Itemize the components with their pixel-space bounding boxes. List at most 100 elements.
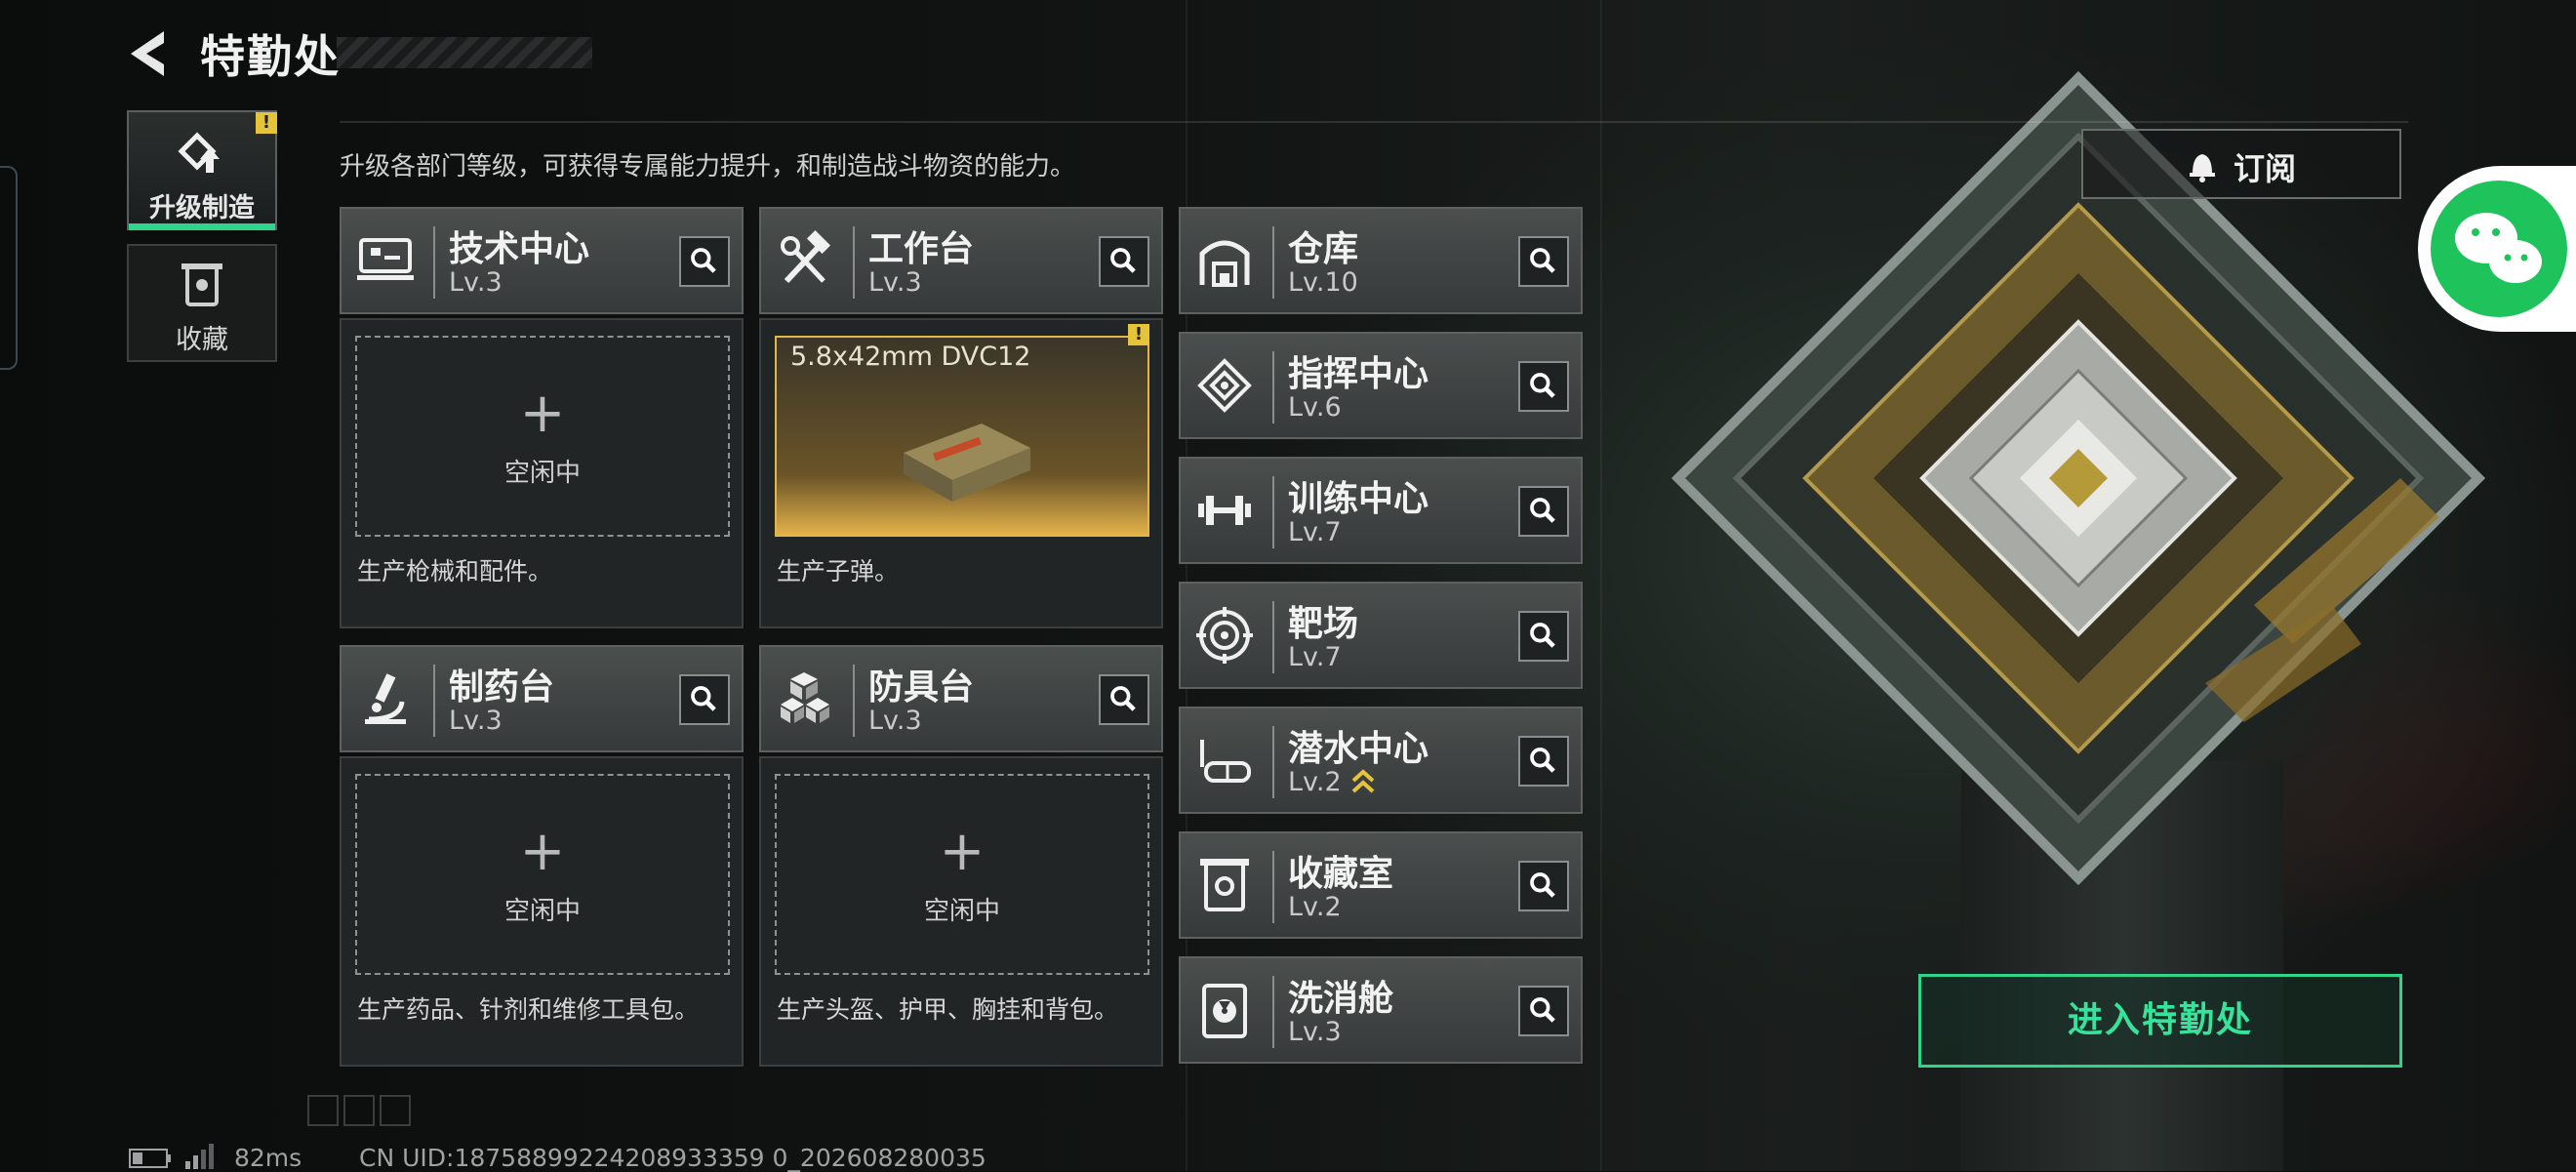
header-separator — [1272, 351, 1274, 424]
search-icon[interactable] — [1518, 986, 1569, 1036]
search-icon[interactable] — [1518, 486, 1569, 537]
workstation-name: 工作台 — [868, 229, 975, 269]
warehouse-icon — [1199, 240, 1250, 287]
tab-collection[interactable]: 收藏 — [127, 244, 277, 362]
header-separator — [1272, 851, 1274, 923]
department-name: 洗消舱 — [1288, 979, 1394, 1019]
workstation-name: 制药台 — [449, 667, 555, 707]
page-title: 特勤处 — [200, 30, 341, 83]
workstation-panel-workbench: 5.8x42mm DVC12 ! 生产子弹。 — [759, 318, 1163, 628]
page-description: 升级各部门等级，可获得专属能力提升，和制造战斗物资的能力。 — [340, 152, 1076, 182]
workstation-description: 生产药品、针剂和维修工具包。 — [357, 995, 700, 1024]
wechat-icon — [2431, 181, 2567, 317]
department-name: 仓库 — [1288, 229, 1359, 269]
search-icon[interactable] — [679, 236, 730, 287]
upgrade-available-icon — [1351, 769, 1375, 793]
header-separator — [1272, 226, 1274, 299]
notification-badge: ! — [1128, 324, 1149, 345]
player-uid: CN UID:18758899224208933359 0_2026082800… — [359, 1144, 986, 1172]
hammer-wrench-icon — [781, 230, 831, 284]
search-icon[interactable] — [1518, 736, 1569, 787]
workstation-level: Lv.3 — [449, 267, 503, 298]
workstation-header-pharmacy[interactable]: 制药台 Lv.3 — [340, 645, 744, 752]
workstation-panel-tech-center: + 空闲中 生产枪械和配件。 — [340, 318, 744, 628]
production-slot-empty[interactable]: + 空闲中 — [355, 774, 730, 975]
workstation-name: 防具台 — [868, 667, 975, 707]
workstation-panel-armor-bench: + 空闲中 生产头盔、护甲、胸挂和背包。 — [759, 756, 1163, 1067]
department-collection-room[interactable]: 收藏室 Lv.2 — [1179, 831, 1583, 939]
tab-label: 升级制造 — [149, 193, 255, 223]
tab-upgrade-manufacture[interactable]: 升级制造 ! — [127, 110, 277, 230]
department-training-center[interactable]: 训练中心 Lv.7 — [1179, 457, 1583, 564]
department-level: Lv.10 — [1288, 267, 1358, 298]
search-icon[interactable] — [1518, 861, 1569, 911]
department-name: 训练中心 — [1288, 479, 1429, 519]
department-level: Lv.7 — [1288, 642, 1342, 672]
search-icon[interactable] — [1099, 674, 1149, 725]
add-icon: + — [939, 820, 986, 883]
battery-icon — [129, 1149, 171, 1168]
workstation-description: 生产枪械和配件。 — [357, 557, 553, 586]
enter-label: 进入特勤处 — [2067, 1000, 2253, 1040]
header-divider — [340, 121, 2408, 123]
radiation-icon — [1202, 984, 1247, 1038]
notification-badge: ! — [256, 112, 277, 134]
search-icon[interactable] — [1518, 361, 1569, 412]
header-separator — [433, 226, 435, 299]
department-decontamination-chamber[interactable]: 洗消舱 Lv.3 — [1179, 956, 1583, 1064]
header-separator — [1272, 976, 1274, 1048]
department-name: 指挥中心 — [1288, 354, 1429, 394]
department-level: Lv.3 — [1288, 1017, 1342, 1047]
department-level: Lv.2 — [1288, 767, 1342, 797]
search-icon[interactable] — [1518, 611, 1569, 662]
cubes-icon — [781, 672, 829, 723]
divider — [1600, 0, 1602, 1171]
add-icon: + — [519, 382, 566, 445]
search-icon[interactable] — [1518, 236, 1569, 287]
upgrade-icon — [178, 132, 220, 173]
department-level: Lv.7 — [1288, 517, 1342, 547]
microscope-icon — [365, 673, 406, 724]
department-diving-center[interactable]: 潜水中心 Lv.2 — [1179, 707, 1583, 814]
side-drawer-handle[interactable] — [0, 166, 18, 370]
product-name: 5.8x42mm DVC12 — [790, 342, 1031, 372]
title-stripe-decoration — [337, 37, 592, 68]
production-slot-empty[interactable]: + 空闲中 — [355, 336, 730, 537]
slot-status: 空闲中 — [923, 897, 1000, 926]
header-separator — [1272, 476, 1274, 548]
ping-value: 82ms — [234, 1144, 302, 1172]
department-command-center[interactable]: 指挥中心 Lv.6 — [1179, 332, 1583, 439]
subscribe-button[interactable]: 订阅 — [2081, 129, 2401, 199]
header-separator — [1272, 726, 1274, 798]
search-icon[interactable] — [1099, 236, 1149, 287]
slot-status: 空闲中 — [503, 459, 581, 488]
back-arrow-icon[interactable] — [125, 29, 174, 78]
workstation-header-workbench[interactable]: 工作台 Lv.3 — [759, 207, 1163, 314]
header-separator — [853, 226, 855, 299]
workstation-level: Lv.3 — [449, 706, 503, 736]
tab-label: 收藏 — [176, 325, 228, 355]
workstation-header-tech-center[interactable]: 技术中心 Lv.3 — [340, 207, 744, 314]
subscribe-label: 订阅 — [2234, 150, 2297, 187]
production-slot-empty[interactable]: + 空闲中 — [775, 774, 1149, 975]
computer-icon — [357, 238, 414, 280]
department-name: 潜水中心 — [1288, 729, 1429, 769]
search-icon[interactable] — [679, 674, 730, 725]
workstation-panel-pharmacy: + 空闲中 生产药品、针剂和维修工具包。 — [340, 756, 744, 1067]
wechat-share-button[interactable] — [2418, 166, 2576, 332]
production-slot-active[interactable]: 5.8x42mm DVC12 — [775, 336, 1149, 537]
slot-status: 空闲中 — [503, 897, 581, 926]
workstation-level: Lv.3 — [868, 267, 922, 298]
workstation-description: 生产头盔、护甲、胸挂和背包。 — [777, 995, 1119, 1024]
department-shooting-range[interactable]: 靶场 Lv.7 — [1179, 582, 1583, 689]
diving-mask-icon — [1200, 740, 1251, 783]
add-icon: + — [519, 820, 566, 883]
chip-icon — [1197, 358, 1252, 413]
enter-special-ops-button[interactable]: 进入特勤处 — [1918, 974, 2402, 1068]
decoration — [307, 1095, 339, 1126]
workstation-name: 技术中心 — [449, 229, 590, 269]
active-tab-indicator — [129, 223, 275, 230]
department-warehouse[interactable]: 仓库 Lv.10 — [1179, 207, 1583, 314]
workstation-header-armor-bench[interactable]: 防具台 Lv.3 — [759, 645, 1163, 752]
header-separator — [1272, 601, 1274, 673]
